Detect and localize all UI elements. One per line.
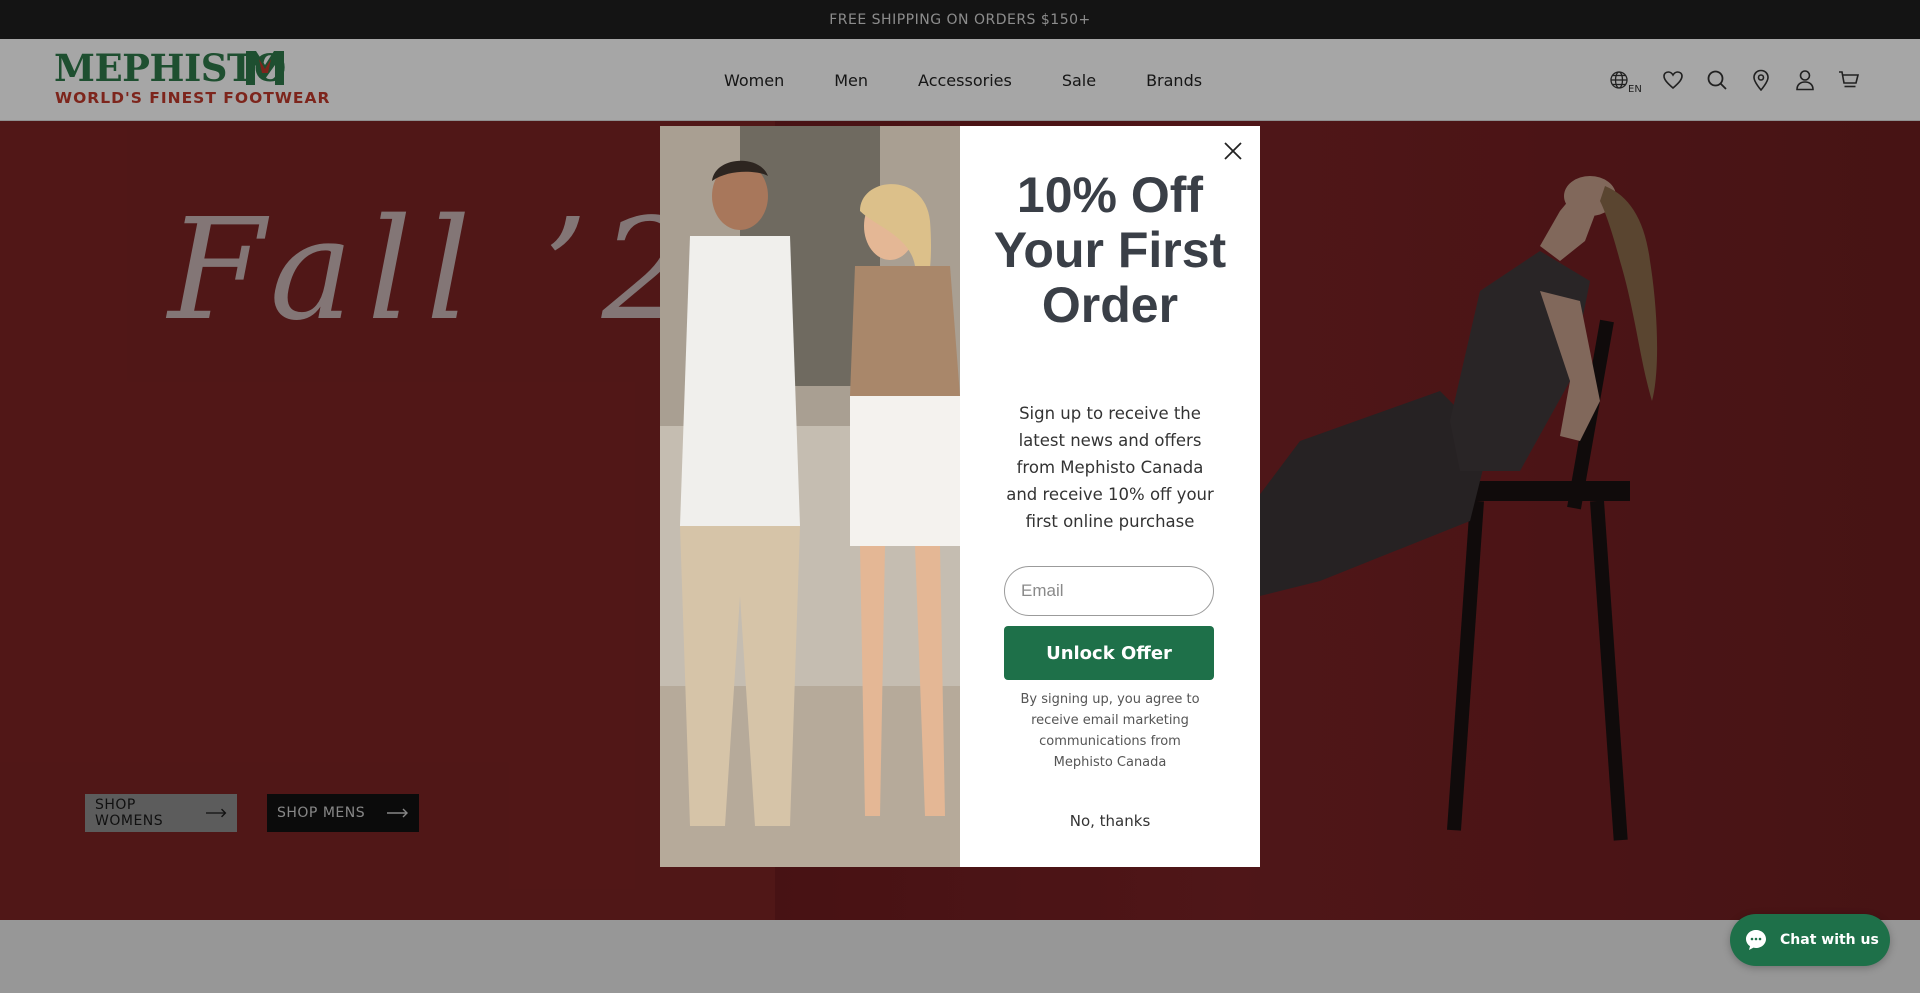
- chat-bubble-icon: [1746, 930, 1766, 950]
- email-input[interactable]: [1004, 566, 1214, 616]
- chat-widget-button[interactable]: Chat with us: [1730, 914, 1890, 966]
- modal-photo: [660, 126, 960, 867]
- modal-content: 10% Off Your First Order Sign up to rece…: [960, 126, 1260, 867]
- unlock-offer-button[interactable]: Unlock Offer: [1004, 626, 1214, 680]
- close-modal-button[interactable]: [1218, 136, 1248, 166]
- no-thanks-link[interactable]: No, thanks: [960, 812, 1260, 830]
- signup-modal: 10% Off Your First Order Sign up to rece…: [660, 126, 1260, 867]
- close-icon: [1224, 142, 1242, 160]
- chat-label: Chat with us: [1780, 932, 1879, 948]
- couple-photo-illustration: [660, 126, 960, 867]
- legal-disclaimer: By signing up, you agree to receive emai…: [1020, 692, 1200, 770]
- offer-description: Sign up to receive the latest news and o…: [1006, 404, 1214, 531]
- offer-headline: 10% Off Your First Order: [993, 167, 1227, 333]
